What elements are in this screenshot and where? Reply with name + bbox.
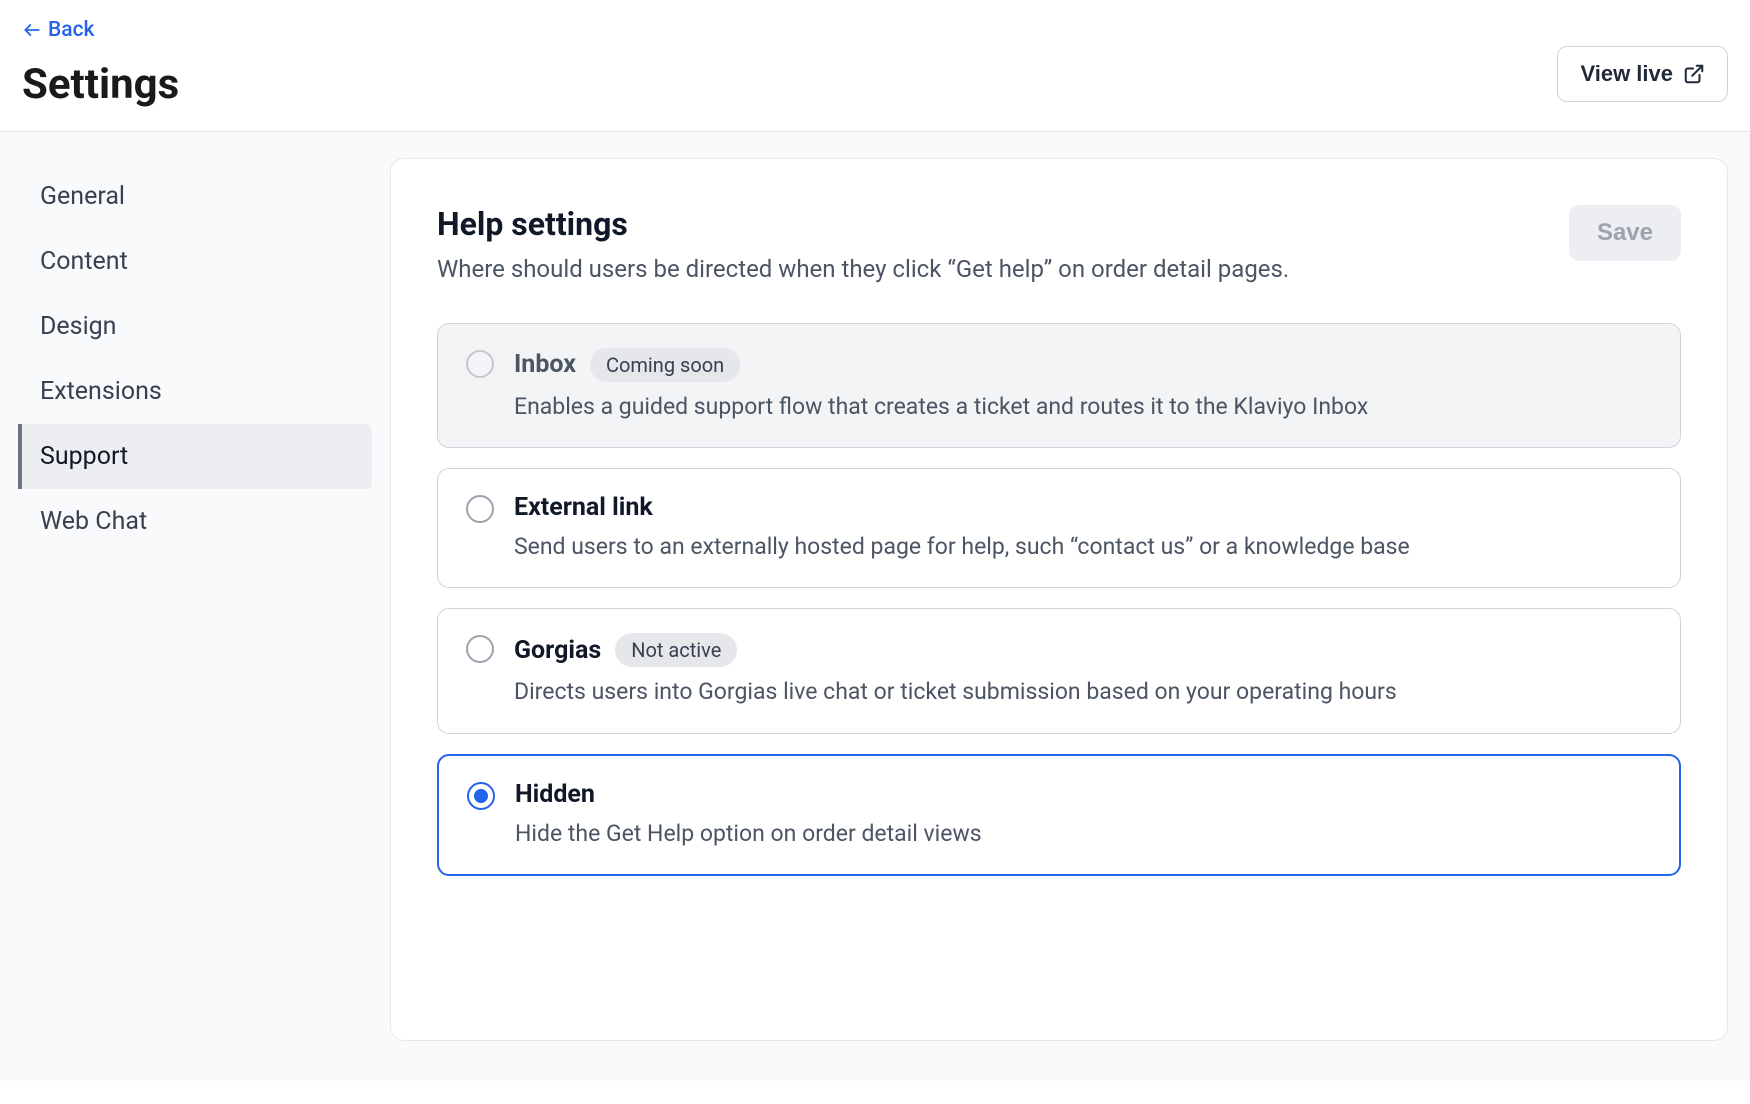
option-title-row: External link bbox=[514, 493, 1652, 522]
option-badge: Not active bbox=[615, 633, 737, 667]
option-badge: Coming soon bbox=[590, 348, 740, 382]
option-body: External link Send users to an externally… bbox=[514, 493, 1652, 563]
option-description: Enables a guided support flow that creat… bbox=[514, 390, 1652, 423]
back-label: Back bbox=[48, 18, 95, 42]
sidebar-item-label: Content bbox=[40, 247, 128, 276]
sidebar-item-label: Support bbox=[40, 442, 128, 471]
card-subtitle: Where should users be directed when they… bbox=[437, 253, 1289, 287]
card-title: Help settings bbox=[437, 205, 1289, 243]
option-title-row: Hidden bbox=[515, 780, 1651, 809]
options-list: Inbox Coming soon Enables a guided support… bbox=[437, 323, 1681, 876]
option-body: Hidden Hide the Get Help option on order … bbox=[515, 780, 1651, 850]
sidebar-item-content[interactable]: Content bbox=[18, 229, 372, 294]
main-card: Help settings Where should users be dire… bbox=[390, 158, 1728, 1041]
radio-gorgias[interactable] bbox=[466, 635, 494, 663]
view-live-button[interactable]: View live bbox=[1557, 46, 1728, 102]
sidebar-item-label: Design bbox=[40, 312, 117, 341]
option-title: Hidden bbox=[515, 780, 595, 809]
option-title: Inbox bbox=[514, 350, 576, 379]
option-external-link[interactable]: External link Send users to an externally… bbox=[437, 468, 1681, 588]
sidebar-item-support[interactable]: Support bbox=[18, 424, 372, 489]
arrow-left-icon bbox=[22, 20, 42, 40]
sidebar-item-label: Extensions bbox=[40, 377, 162, 406]
save-button[interactable]: Save bbox=[1569, 205, 1681, 261]
card-header: Help settings Where should users be dire… bbox=[437, 205, 1681, 287]
body-region: General Content Design Extensions Support Web… bbox=[0, 132, 1750, 1081]
view-live-label: View live bbox=[1580, 61, 1673, 87]
sidebar: General Content Design Extensions Support Web… bbox=[0, 132, 390, 1081]
sidebar-item-label: General bbox=[40, 182, 125, 211]
option-description: Send users to an externally hosted page … bbox=[514, 530, 1652, 563]
sidebar-item-extensions[interactable]: Extensions bbox=[18, 359, 372, 424]
option-title: Gorgias bbox=[514, 636, 601, 665]
sidebar-item-design[interactable]: Design bbox=[18, 294, 372, 359]
sidebar-item-web-chat[interactable]: Web Chat bbox=[18, 489, 372, 554]
sidebar-item-label: Web Chat bbox=[40, 507, 147, 536]
card-header-text: Help settings Where should users be dire… bbox=[437, 205, 1289, 287]
external-link-icon bbox=[1683, 63, 1705, 85]
option-title-row: Inbox Coming soon bbox=[514, 348, 1652, 382]
page-title: Settings bbox=[22, 60, 179, 109]
radio-inbox bbox=[466, 350, 494, 378]
radio-external-link[interactable] bbox=[466, 495, 494, 523]
topbar: Back Settings View live bbox=[0, 0, 1750, 132]
sidebar-item-general[interactable]: General bbox=[18, 164, 372, 229]
option-title-row: Gorgias Not active bbox=[514, 633, 1652, 667]
option-title: External link bbox=[514, 493, 653, 522]
option-description: Directs users into Gorgias live chat or … bbox=[514, 675, 1652, 708]
option-hidden[interactable]: Hidden Hide the Get Help option on order … bbox=[437, 754, 1681, 876]
option-gorgias[interactable]: Gorgias Not active Directs users into Gorg… bbox=[437, 608, 1681, 733]
radio-hidden[interactable] bbox=[467, 782, 495, 810]
option-body: Inbox Coming soon Enables a guided support… bbox=[514, 348, 1652, 423]
option-description: Hide the Get Help option on order detail… bbox=[515, 817, 1651, 850]
topbar-left: Back Settings bbox=[22, 18, 179, 109]
back-link[interactable]: Back bbox=[22, 18, 179, 42]
option-body: Gorgias Not active Directs users into Gorg… bbox=[514, 633, 1652, 708]
option-inbox: Inbox Coming soon Enables a guided support… bbox=[437, 323, 1681, 448]
